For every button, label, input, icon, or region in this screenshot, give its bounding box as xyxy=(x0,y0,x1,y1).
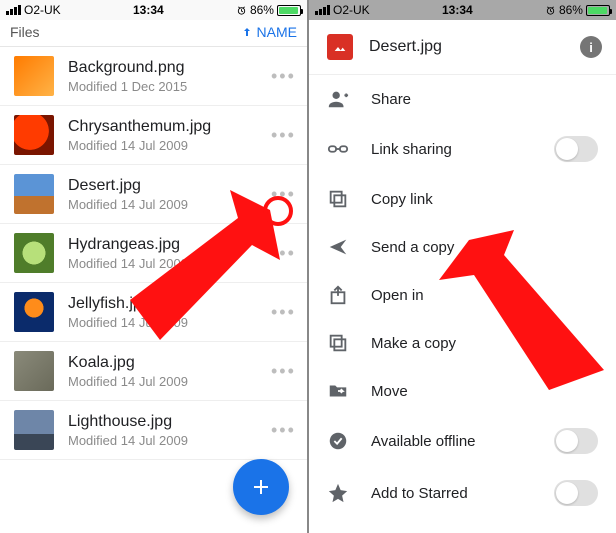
add-button[interactable] xyxy=(233,459,289,515)
files-header: Files NAME xyxy=(0,20,307,47)
file-name: Jellyfish.jpg xyxy=(68,295,257,313)
file-name: Koala.jpg xyxy=(68,354,257,372)
menu-label: Link sharing xyxy=(371,141,532,158)
file-subtitle: Modified 1 Dec 2015 xyxy=(68,79,257,94)
menu-item-copy-link[interactable]: Copy link xyxy=(309,175,616,223)
file-name: Desert.jpg xyxy=(68,177,257,195)
file-subtitle: Modified 14 Jul 2009 xyxy=(68,433,257,448)
signal-icon xyxy=(6,5,21,15)
battery-icon xyxy=(586,5,610,16)
star-icon xyxy=(327,482,349,504)
file-row[interactable]: Jellyfish.jpg Modified 14 Jul 2009 ••• xyxy=(0,283,307,342)
menu-item-available-offline[interactable]: Available offline xyxy=(309,415,616,467)
file-row[interactable]: Background.png Modified 1 Dec 2015 ••• xyxy=(0,47,307,106)
battery-pct-label: 86% xyxy=(250,3,274,17)
file-subtitle: Modified 14 Jul 2009 xyxy=(68,138,257,153)
menu-item-move[interactable]: Move xyxy=(309,367,616,415)
more-icon[interactable]: ••• xyxy=(271,125,295,146)
copy-icon xyxy=(327,188,349,210)
image-type-icon xyxy=(327,34,353,60)
sheet-title: Desert.jpg xyxy=(369,38,564,56)
menu-item-send-a-copy[interactable]: Send a copy xyxy=(309,223,616,271)
file-name: Background.png xyxy=(68,59,257,77)
alarm-icon xyxy=(236,5,247,16)
file-name: Lighthouse.jpg xyxy=(68,413,257,431)
plus-icon xyxy=(249,475,273,499)
file-thumbnail xyxy=(14,233,54,273)
menu-item-link-sharing[interactable]: Link sharing xyxy=(309,123,616,175)
toggle-link-sharing[interactable] xyxy=(554,136,598,162)
menu-label: Open in xyxy=(371,287,598,304)
carrier-label: O2-UK xyxy=(24,3,61,17)
file-thumbnail xyxy=(14,174,54,214)
file-subtitle: Modified 14 Jul 2009 xyxy=(68,256,257,271)
sort-label: NAME xyxy=(257,24,297,40)
header-title: Files xyxy=(10,24,40,40)
info-button[interactable]: i xyxy=(580,36,602,58)
carrier-label: O2-UK xyxy=(333,3,370,17)
more-icon[interactable]: ••• xyxy=(271,243,295,264)
battery-icon xyxy=(277,5,301,16)
offline-icon xyxy=(327,430,349,452)
more-icon[interactable]: ••• xyxy=(271,361,295,382)
duplicate-icon xyxy=(327,332,349,354)
file-thumbnail xyxy=(14,292,54,332)
file-thumbnail xyxy=(14,115,54,155)
sheet-header: Desert.jpg i xyxy=(309,20,616,75)
file-row[interactable]: Hydrangeas.jpg Modified 14 Jul 2009 ••• xyxy=(0,224,307,283)
file-name: Hydrangeas.jpg xyxy=(68,236,257,254)
file-thumbnail xyxy=(14,351,54,391)
toggle-starred[interactable] xyxy=(554,480,598,506)
link-icon xyxy=(327,138,349,160)
menu-item-open-in[interactable]: Open in xyxy=(309,271,616,319)
menu-label: Share xyxy=(371,91,598,108)
menu-label: Available offline xyxy=(371,433,532,450)
status-bar: O2-UK 13:34 86% xyxy=(0,0,307,20)
file-list: Background.png Modified 1 Dec 2015 ••• C… xyxy=(0,47,307,460)
sort-button[interactable]: NAME xyxy=(241,24,297,40)
phone-right: O2-UK 13:34 86% Desert.jpg i Share xyxy=(309,0,616,533)
file-subtitle: Modified 14 Jul 2009 xyxy=(68,374,257,389)
file-subtitle: Modified 14 Jul 2009 xyxy=(68,197,257,212)
folder-move-icon xyxy=(327,380,349,402)
menu-label: Make a copy xyxy=(371,335,598,352)
more-icon[interactable]: ••• xyxy=(271,420,295,441)
file-row[interactable]: Desert.jpg Modified 14 Jul 2009 ••• xyxy=(0,165,307,224)
annotation-circle-icon xyxy=(263,196,293,226)
file-row[interactable]: Chrysanthemum.jpg Modified 14 Jul 2009 •… xyxy=(0,106,307,165)
file-thumbnail xyxy=(14,410,54,450)
toggle-available-offline[interactable] xyxy=(554,428,598,454)
arrow-up-icon xyxy=(241,26,253,38)
file-subtitle: Modified 14 Jul 2009 xyxy=(68,315,257,330)
person-add-icon xyxy=(327,88,349,110)
menu-label: Copy link xyxy=(371,191,598,208)
phone-left: O2-UK 13:34 86% Files NAME Background.pn… xyxy=(0,0,307,533)
file-row[interactable]: Koala.jpg Modified 14 Jul 2009 ••• xyxy=(0,342,307,401)
alarm-icon xyxy=(545,5,556,16)
more-icon[interactable]: ••• xyxy=(271,302,295,323)
clock-label: 13:34 xyxy=(442,3,473,17)
action-menu: Share Link sharing Copy link Send a copy… xyxy=(309,75,616,519)
send-icon xyxy=(327,236,349,258)
menu-label: Move xyxy=(371,383,598,400)
signal-icon xyxy=(315,5,330,15)
file-thumbnail xyxy=(14,56,54,96)
more-icon[interactable]: ••• xyxy=(271,66,295,87)
battery-pct-label: 86% xyxy=(559,3,583,17)
file-row[interactable]: Lighthouse.jpg Modified 14 Jul 2009 ••• xyxy=(0,401,307,460)
file-name: Chrysanthemum.jpg xyxy=(68,118,257,136)
status-bar: O2-UK 13:34 86% xyxy=(309,0,616,20)
clock-label: 13:34 xyxy=(133,3,164,17)
menu-item-make-a-copy[interactable]: Make a copy xyxy=(309,319,616,367)
menu-label: Send a copy xyxy=(371,239,598,256)
open-in-icon xyxy=(327,284,349,306)
menu-item-add-to-starred[interactable]: Add to Starred xyxy=(309,467,616,519)
menu-item-share[interactable]: Share xyxy=(309,75,616,123)
menu-label: Add to Starred xyxy=(371,485,532,502)
